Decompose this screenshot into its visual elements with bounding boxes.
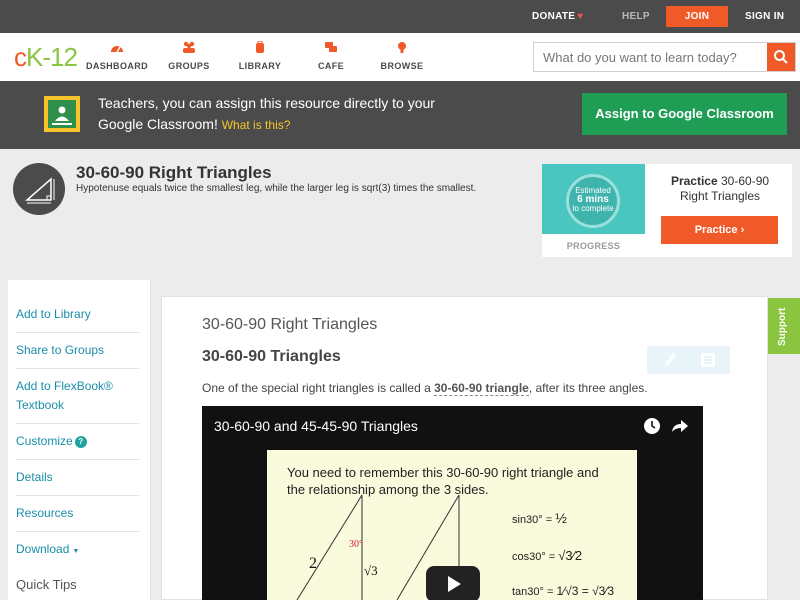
sign-in-link[interactable]: SIGN IN — [745, 11, 784, 22]
banner-message: Teachers, you can assign this resource d… — [98, 95, 435, 132]
nav-library[interactable]: LIBRARY — [225, 41, 295, 71]
practice-button[interactable]: Practice › — [661, 216, 778, 244]
assign-to-google-classroom-button[interactable]: Assign to Google Classroom — [582, 93, 787, 135]
sidebar: Add to Library Share to Groups Add to Fl… — [8, 280, 151, 600]
pencil-icon[interactable] — [663, 352, 677, 368]
page-subtitle: Hypotenuse equals twice the smallest leg… — [76, 183, 477, 194]
term-30-60-90-triangle[interactable]: 30-60-90 triangle — [434, 381, 529, 396]
video-player[interactable]: 30-60-90 and 45-45-90 Triangles You need… — [202, 406, 703, 600]
quick-tips-heading: Quick Tips — [16, 577, 77, 592]
ck12-logo[interactable]: cK-12 — [14, 42, 78, 73]
nav-cafe-label: CAFE — [317, 61, 345, 71]
svg-text:30°: 30° — [349, 539, 363, 550]
tan30-equation: tan30° = 1⁄√3 = √3⁄3 — [512, 584, 615, 598]
backpack-icon — [256, 41, 264, 53]
practice-title: Practice 30-60-90 Right Triangles — [670, 174, 770, 203]
nav-groups-label: GROUPS — [168, 61, 210, 71]
nav-browse-label: BROWSE — [380, 61, 424, 71]
sidebar-item-add-to-library[interactable]: Add to Library — [16, 305, 139, 333]
support-tab[interactable]: Support — [768, 298, 800, 354]
play-button[interactable] — [426, 566, 480, 600]
help-link[interactable]: HELP — [622, 11, 650, 22]
progress-ring: Estimated 6 mins to complete — [566, 174, 620, 228]
nav-dashboard-label: DASHBOARD — [85, 61, 149, 71]
page-title: 30-60-90 Right Triangles — [76, 163, 272, 182]
svg-text:√3: √3 — [364, 563, 378, 578]
notes-icon[interactable] — [701, 353, 715, 367]
intro-paragraph: One of the special right triangles is ca… — [202, 381, 648, 396]
sidebar-item-customize[interactable]: Customize? — [16, 432, 139, 460]
progress-image: Estimated 6 mins to complete — [542, 164, 645, 234]
main-nav: cK-12 DASHBOARD GROUPS LIBRARY CAFE BROW… — [0, 33, 800, 81]
search-input[interactable] — [534, 43, 768, 71]
what-is-this-link[interactable]: What is this? — [222, 118, 291, 132]
cos30-equation: cos30° = √3⁄2 — [512, 548, 583, 563]
section-title: 30-60-90 Triangles — [202, 348, 341, 365]
people-icon — [183, 41, 195, 53]
join-button[interactable]: JOIN — [666, 6, 728, 27]
practice-card: Estimated 6 mins to complete PROGRESS Pr… — [542, 164, 792, 257]
progress-label: PROGRESS — [566, 241, 621, 251]
content-title: 30-60-90 Right Triangles — [202, 316, 378, 333]
help-icon[interactable]: ? — [74, 436, 87, 448]
top-bar: DONATE ♥ HELP JOIN SIGN IN — [0, 0, 800, 33]
nav-cafe[interactable]: CAFE — [296, 41, 366, 71]
watch-later-icon[interactable] — [642, 416, 662, 436]
video-title[interactable]: 30-60-90 and 45-45-90 Triangles — [214, 418, 418, 434]
sidebar-item-share-to-groups[interactable]: Share to Groups — [16, 341, 139, 369]
play-icon — [448, 576, 461, 592]
triangle-topic-icon — [13, 163, 65, 215]
annotation-tools — [647, 346, 730, 374]
sidebar-item-details[interactable]: Details — [16, 468, 139, 496]
chat-bubbles-icon — [325, 42, 337, 52]
nav-library-label: LIBRARY — [238, 61, 282, 71]
heart-icon: ♥ — [577, 11, 584, 22]
search-box — [533, 42, 796, 72]
svg-text:2: 2 — [309, 555, 317, 572]
lightbulb-icon — [398, 42, 406, 53]
search-icon — [774, 50, 788, 64]
sidebar-item-resources[interactable]: Resources — [16, 504, 139, 532]
share-icon[interactable] — [671, 418, 689, 434]
nav-groups[interactable]: GROUPS — [154, 41, 224, 71]
sidebar-item-download[interactable]: Download ▼ — [16, 540, 139, 569]
sidebar-item-add-to-flexbook[interactable]: Add to FlexBook® Textbook — [16, 377, 139, 424]
search-button[interactable] — [767, 43, 795, 71]
donate-link[interactable]: DONATE ♥ — [532, 11, 584, 22]
google-classroom-icon — [44, 96, 80, 132]
speedometer-icon — [111, 46, 123, 53]
nav-browse[interactable]: BROWSE — [367, 41, 437, 71]
sin30-equation: sin30° = ½ — [512, 510, 567, 526]
caret-down-icon: ▼ — [72, 548, 80, 555]
nav-dashboard[interactable]: DASHBOARD — [82, 41, 152, 71]
chevron-right-icon: › — [740, 224, 745, 236]
